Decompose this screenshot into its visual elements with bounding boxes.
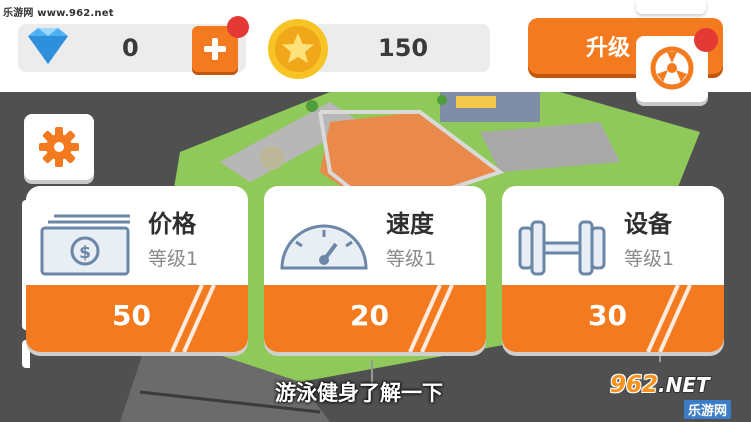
- card-title: 价格: [148, 210, 196, 238]
- site-logo: 962.NET 乐游网: [610, 372, 748, 420]
- card-level: 等级1: [624, 248, 675, 270]
- subtitle-caption: 游泳健身了解一下: [275, 381, 443, 405]
- card-level: 等级1: [148, 248, 199, 270]
- gear-icon: [39, 127, 79, 167]
- logo-brand-number: 962: [610, 372, 659, 398]
- upgrade-card-speed[interactable]: 速度 等级1 20: [264, 186, 486, 352]
- buy-price-button[interactable]: 30: [502, 285, 724, 352]
- buy-price-button[interactable]: 50: [26, 285, 248, 352]
- logo-tagline: 乐游网: [684, 400, 732, 419]
- top-tab[interactable]: [636, 0, 706, 14]
- logo-suffix: .NET: [658, 373, 710, 397]
- diamond-icon: [28, 28, 68, 64]
- dumbbell-icon: [518, 220, 606, 276]
- notification-dot: [227, 16, 249, 38]
- upgrade-label: 升级: [586, 36, 631, 61]
- card-level: 等级1: [386, 248, 437, 270]
- card-title: 设备: [624, 210, 672, 238]
- gem-count: 0: [122, 34, 139, 62]
- upgrade-card-price[interactable]: $ 价格 等级1 50: [26, 186, 248, 352]
- watermark: 乐游网 www.962.net: [3, 8, 114, 19]
- price-label: 20: [350, 299, 389, 332]
- coin-count: 150: [378, 34, 429, 62]
- settings-button[interactable]: [24, 114, 94, 180]
- price-label: 50: [112, 299, 151, 332]
- speedometer-icon: [280, 224, 368, 270]
- money-icon: $: [40, 214, 130, 276]
- logo-brand: 962.NET: [610, 372, 710, 398]
- svg-text:$: $: [79, 243, 91, 263]
- upgrade-card-equipment[interactable]: 设备 等级1 30: [502, 186, 724, 352]
- card-title: 速度: [386, 210, 434, 238]
- star-coin-icon: [268, 19, 328, 79]
- buy-price-button[interactable]: 20: [264, 285, 486, 352]
- notification-dot: [694, 28, 718, 52]
- price-label: 30: [588, 299, 627, 332]
